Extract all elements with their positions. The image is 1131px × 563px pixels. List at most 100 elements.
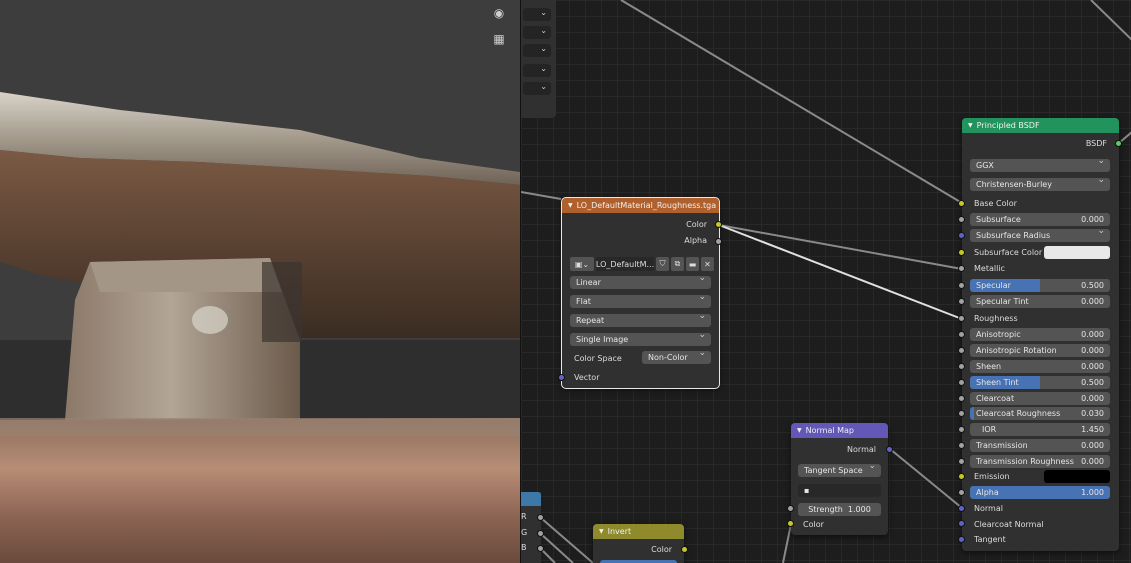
link-metallic xyxy=(718,224,963,270)
socket-emission[interactable] xyxy=(958,473,965,480)
socket-clearcoat[interactable] xyxy=(958,395,965,402)
subsurface-color-swatch[interactable] xyxy=(1044,246,1110,259)
unlink-image-button[interactable]: ✕ xyxy=(701,257,714,271)
socket-alpha-out[interactable] xyxy=(715,238,722,245)
socket-subsurface-color[interactable] xyxy=(958,249,965,256)
specular-field[interactable]: Specular 0.500 xyxy=(970,279,1110,292)
socket-subsurface[interactable] xyxy=(958,216,965,223)
subsurface-method-select[interactable]: Christensen-Burley xyxy=(970,178,1110,191)
base-color-label: Base Color xyxy=(974,199,1017,208)
transmission-value: 0.000 xyxy=(1081,441,1104,450)
socket-specular-tint[interactable] xyxy=(958,298,965,305)
ior-value: 1.450 xyxy=(1081,425,1104,434)
projection-select[interactable]: Flat xyxy=(570,295,711,308)
clearcoat-roughness-field[interactable]: Clearcoat Roughness 0.030 xyxy=(970,407,1110,420)
socket-b[interactable] xyxy=(537,545,544,552)
panel-dropdown[interactable]: ⌄ xyxy=(523,44,551,57)
socket-invert-color-out[interactable] xyxy=(681,546,688,553)
extension-select[interactable]: Repeat xyxy=(570,314,711,327)
socket-strength-in[interactable] xyxy=(787,505,794,512)
socket-transmission[interactable] xyxy=(958,442,965,449)
open-image-button[interactable]: ▬ xyxy=(686,257,699,271)
space-select[interactable]: Tangent Space xyxy=(798,464,881,477)
socket-clearcoat-normal[interactable] xyxy=(958,520,965,527)
subsurface-radius-select[interactable]: Subsurface Radius xyxy=(970,229,1110,242)
image-name-field[interactable]: LO_DefaultM... xyxy=(596,257,654,271)
source-select[interactable]: Single Image xyxy=(570,333,711,346)
specular-label: Specular xyxy=(976,281,1011,290)
node-header[interactable]: ▼ Invert xyxy=(593,524,684,539)
node-title: Principled BSDF xyxy=(976,121,1040,130)
panel-dropdown[interactable]: ⌄ xyxy=(523,64,551,77)
collapse-icon[interactable]: ▼ xyxy=(968,122,973,129)
separate-rgb-node[interactable]: R G B xyxy=(521,492,541,563)
anisotropic-label: Anisotropic xyxy=(976,330,1021,339)
socket-specular[interactable] xyxy=(958,282,965,289)
socket-anisotropic[interactable] xyxy=(958,331,965,338)
normal-map-node[interactable]: ▼ Normal Map Normal Tangent Space ▪ Stre… xyxy=(791,423,888,535)
shader-node-editor[interactable]: ⌄ ⌄ ⌄ ⌄ ⌄ R G B ▼ LO_DefaultMaterial_Rou… xyxy=(520,0,1131,563)
panel-dropdown[interactable]: ⌄ xyxy=(523,26,551,39)
socket-transmission-roughness[interactable] xyxy=(958,458,965,465)
duplicate-image-button[interactable]: ⧉ xyxy=(671,257,684,271)
socket-metallic[interactable] xyxy=(958,265,965,272)
socket-tangent[interactable] xyxy=(958,536,965,543)
clearcoat-field[interactable]: Clearcoat 0.000 xyxy=(970,392,1110,405)
perspective-toggle-button[interactable]: ▦ xyxy=(488,28,510,50)
image-selector[interactable]: ▣⌄ LO_DefaultM... ⛉ ⧉ ▬ ✕ xyxy=(570,257,714,271)
fake-user-button[interactable]: ⛉ xyxy=(656,257,669,271)
image-texture-node[interactable]: ▼ LO_DefaultMaterial_Roughness.tga Color… xyxy=(561,197,720,389)
output-alpha-label: Alpha xyxy=(684,236,707,245)
distribution-select[interactable]: GGX xyxy=(970,159,1110,172)
subsurface-label: Subsurface xyxy=(976,215,1021,224)
principled-bsdf-node[interactable]: ▼ Principled BSDF BSDF GGX Christensen-B… xyxy=(962,118,1119,551)
socket-bsdf-out[interactable] xyxy=(1115,140,1122,147)
transmission-field[interactable]: Transmission 0.000 xyxy=(970,439,1110,452)
invert-node[interactable]: ▼ Invert Color xyxy=(593,524,684,563)
socket-vector-in[interactable] xyxy=(558,374,565,381)
panel-dropdown[interactable]: ⌄ xyxy=(523,8,551,21)
collapse-icon[interactable]: ▼ xyxy=(568,202,573,209)
specular-tint-value: 0.000 xyxy=(1081,297,1104,306)
link-normal xyxy=(889,448,963,509)
anisotropic-field[interactable]: Anisotropic 0.000 xyxy=(970,328,1110,341)
socket-r[interactable] xyxy=(537,514,544,521)
panel-dropdown[interactable]: ⌄ xyxy=(523,82,551,95)
color-space-select[interactable]: Non-Color xyxy=(642,351,711,364)
socket-clearcoat-roughness[interactable] xyxy=(958,410,965,417)
socket-anisotropic-rotation[interactable] xyxy=(958,347,965,354)
socket-alpha[interactable] xyxy=(958,489,965,496)
socket-base-color[interactable] xyxy=(958,200,965,207)
transmission-roughness-field[interactable]: Transmission Roughness 0.000 xyxy=(970,455,1110,468)
socket-g[interactable] xyxy=(537,530,544,537)
socket-subsurface-radius[interactable] xyxy=(958,232,965,239)
anisotropic-rotation-field[interactable]: Anisotropic Rotation 0.000 xyxy=(970,344,1110,357)
sheen-field[interactable]: Sheen 0.000 xyxy=(970,360,1110,373)
subsurface-method-value: Christensen-Burley xyxy=(976,180,1052,189)
uv-map-field[interactable]: ▪ xyxy=(798,484,881,497)
node-header[interactable]: ▼ Principled BSDF xyxy=(962,118,1119,133)
socket-normal[interactable] xyxy=(958,505,965,512)
sheen-tint-field[interactable]: Sheen Tint 0.500 xyxy=(970,376,1110,389)
socket-roughness[interactable] xyxy=(958,315,965,322)
socket-ior[interactable] xyxy=(958,426,965,433)
socket-color-in[interactable] xyxy=(787,520,794,527)
emission-color-swatch[interactable] xyxy=(1044,470,1110,483)
camera-view-button[interactable]: ◉ xyxy=(488,2,510,24)
socket-normal-out[interactable] xyxy=(886,446,893,453)
socket-sheen-tint[interactable] xyxy=(958,379,965,386)
node-header[interactable]: ▼ Normal Map xyxy=(791,423,888,438)
interpolation-select[interactable]: Linear xyxy=(570,276,711,289)
socket-color-out[interactable] xyxy=(715,221,722,228)
node-header[interactable]: ▼ LO_DefaultMaterial_Roughness.tga xyxy=(562,198,719,213)
strength-field[interactable]: Strength 1.000 xyxy=(798,503,881,516)
collapse-icon[interactable]: ▼ xyxy=(599,528,604,535)
alpha-field[interactable]: Alpha 1.000 xyxy=(970,486,1110,499)
socket-sheen[interactable] xyxy=(958,363,965,370)
3d-viewport[interactable]: ◉ ▦ xyxy=(0,0,520,563)
collapse-icon[interactable]: ▼ xyxy=(797,427,802,434)
subsurface-field[interactable]: Subsurface 0.000 xyxy=(970,213,1110,226)
specular-tint-field[interactable]: Specular Tint 0.000 xyxy=(970,295,1110,308)
image-browse-button[interactable]: ▣⌄ xyxy=(570,257,594,271)
ior-field[interactable]: IOR 1.450 xyxy=(970,423,1110,436)
